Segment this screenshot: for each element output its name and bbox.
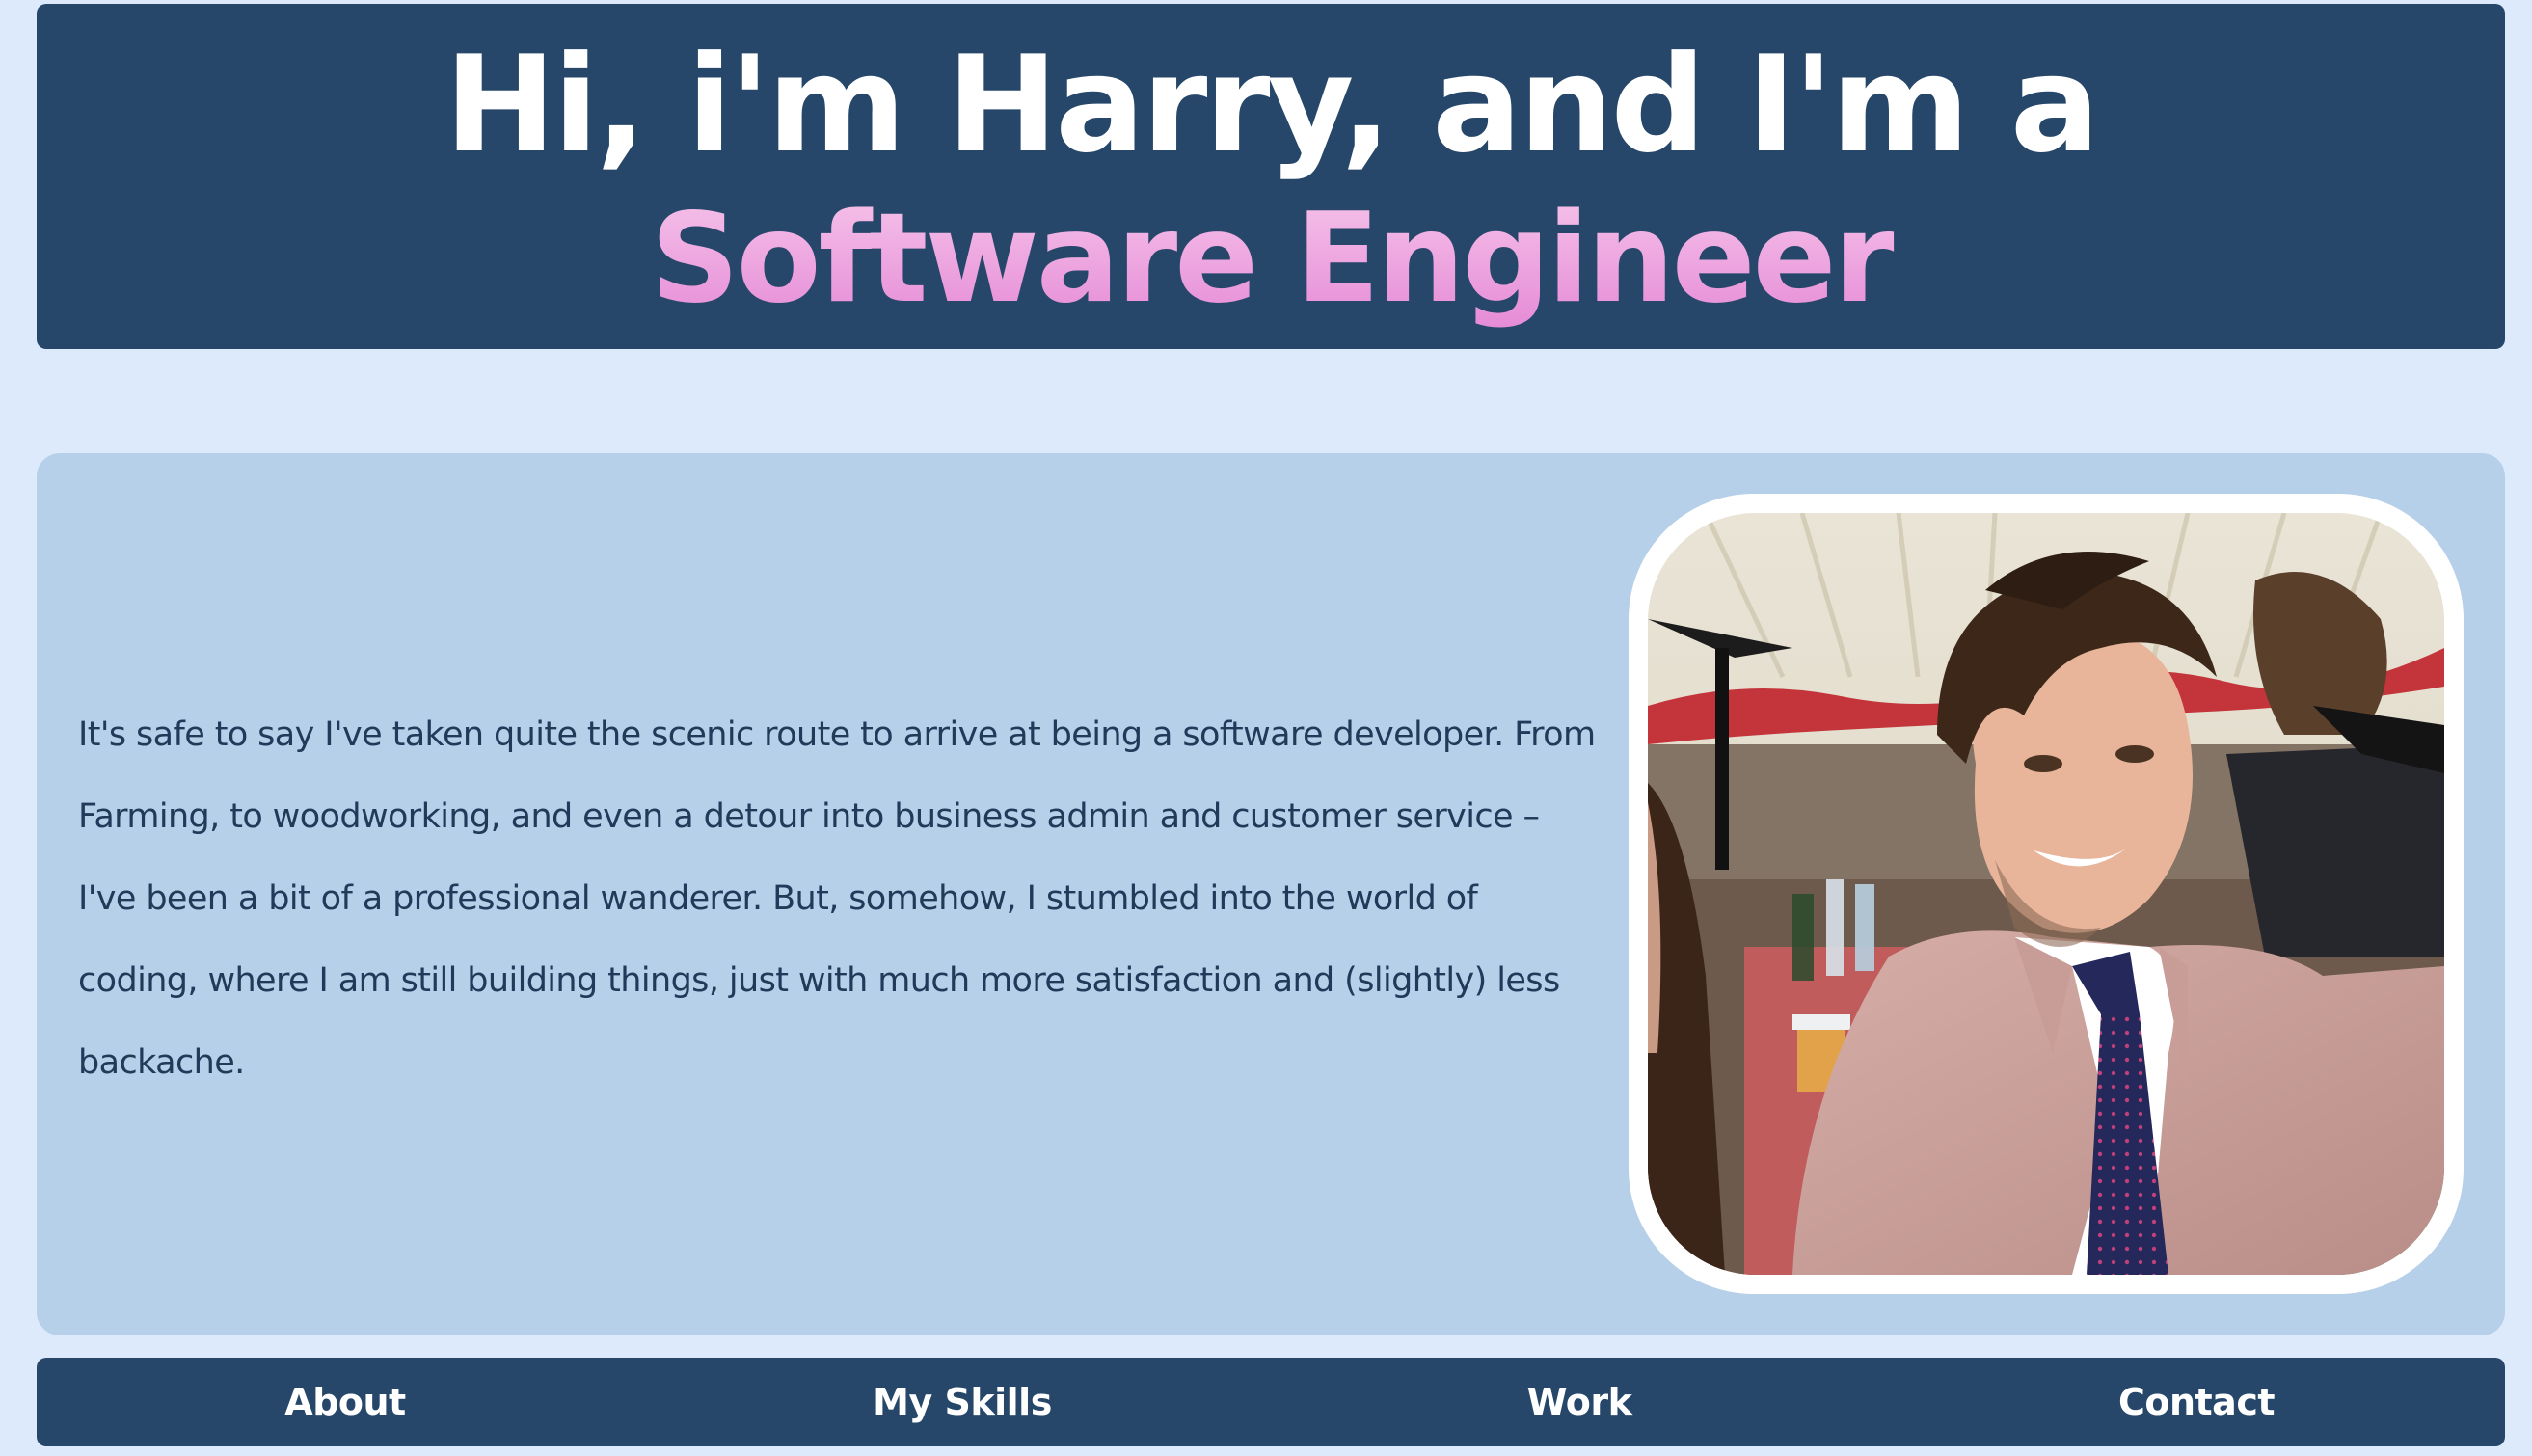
hero-heading: Hi, i'm Harry, and I'm a [444, 27, 2100, 182]
nav-link-my-skills[interactable]: My Skills [654, 1358, 1271, 1446]
hero-banner: Hi, i'm Harry, and I'm a Software Engine… [37, 4, 2505, 349]
nav-link-about[interactable]: About [37, 1358, 654, 1446]
profile-photo [1648, 513, 2444, 1275]
hero-job-title: Software Engineer [37, 187, 2505, 332]
about-section: It's safe to say I've taken quite the sc… [37, 453, 2505, 1335]
nav-link-contact[interactable]: Contact [1888, 1358, 2505, 1446]
bottom-navbar: About My Skills Work Contact [37, 1358, 2505, 1446]
profile-photo-frame [1629, 494, 2464, 1294]
nav-link-work[interactable]: Work [1271, 1358, 1888, 1446]
about-paragraph: It's safe to say I've taken quite the sc… [78, 715, 1596, 1082]
